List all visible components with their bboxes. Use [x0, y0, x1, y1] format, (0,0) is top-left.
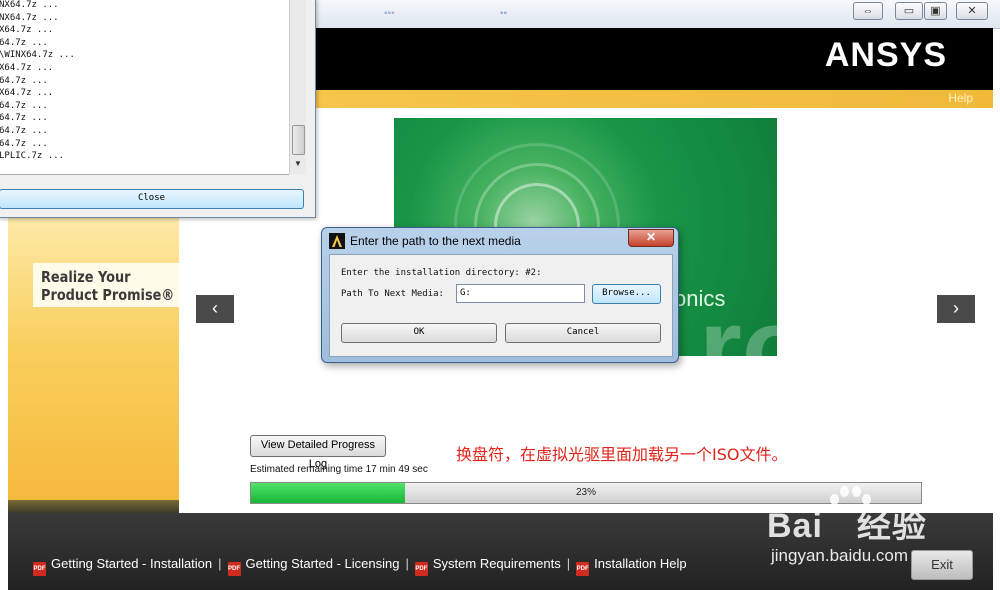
separator: | [566, 556, 571, 571]
pdf-icon: PDF [33, 562, 46, 576]
log-lines: NX64.7z ... NX64.7z ... X64.7z ... 64.7z ..… [0, 0, 289, 163]
promo-line-1: Realize Your [41, 268, 131, 286]
footer-link-installation[interactable]: PDF Getting Started - Installation [33, 556, 212, 576]
path-label: Path To Next Media: [341, 289, 444, 299]
watermark-brand: Bai [767, 507, 823, 545]
watermark-url: jingyan.baidu.com [771, 546, 909, 565]
pdf-icon: PDF [227, 562, 241, 576]
banner-text: onics [674, 286, 726, 311]
exit-button[interactable]: Exit [911, 550, 973, 580]
log-line: 64.7z ... [0, 100, 48, 111]
ansys-app-icon [329, 233, 345, 249]
dialog-close-button[interactable]: ✕ [628, 229, 674, 247]
dialog-instruction: Enter the installation directory: #2: [341, 268, 542, 278]
log-line: NX64.7z ... [0, 12, 59, 23]
title-ghost-text-2: ▪▪ [500, 8, 508, 19]
footer-link-requirements[interactable]: PDF System Requirements [414, 556, 561, 576]
scroll-down-arrow-icon[interactable]: ▼ [291, 156, 305, 172]
dialog-body: Enter the installation directory: #2: Pa… [329, 254, 673, 357]
help-link[interactable]: Help [948, 91, 973, 105]
log-scrollbar[interactable]: ▼ [289, 0, 306, 174]
scroll-thumb[interactable] [292, 125, 305, 155]
window-close-button[interactable]: ✕ [956, 2, 988, 20]
next-media-dialog: Enter the path to the next media ✕ Enter… [321, 227, 679, 363]
footer-links: PDF Getting Started - Installation | PDF Get… [33, 556, 687, 576]
log-line: NX64.7z ... [0, 0, 59, 10]
restore-layout-icon[interactable]: ⇔ [853, 2, 883, 20]
promo-bottom-strip [8, 500, 179, 513]
prev-slide-button[interactable]: ‹ [196, 295, 234, 323]
header: ANSYS [313, 28, 993, 90]
log-text-area[interactable]: NX64.7z ... NX64.7z ... X64.7z ... 64.7z ..… [0, 0, 289, 175]
footer-link-help[interactable]: PDF Installation Help [576, 556, 687, 576]
maximize-button[interactable]: ▣ [924, 2, 947, 20]
title-ghost-text: ▪▪▪ [384, 8, 395, 19]
log-line: 64.7z ... [0, 37, 48, 48]
log-line: 64.7z ... [0, 125, 48, 136]
log-window: NX64.7z ... NX64.7z ... X64.7z ... 64.7z ..… [0, 0, 316, 218]
annotation-text: 换盘符，在虚拟光驱里面加载另一个ISO文件。 [456, 445, 788, 464]
baidu-watermark: Bai 经验 [767, 498, 927, 547]
pdf-icon: PDF [576, 562, 590, 576]
minimize-button[interactable]: ▭ [895, 2, 923, 20]
log-line: X64.7z ... [0, 62, 54, 73]
promo-line-2: Product Promise® [41, 286, 175, 304]
watermark-brand-2: 经验 [856, 507, 927, 545]
separator: | [405, 556, 409, 571]
cancel-button[interactable]: Cancel [505, 323, 661, 343]
ok-button[interactable]: OK [341, 323, 497, 343]
footer-link-label[interactable]: Getting Started - Licensing [246, 556, 400, 571]
accent-bar: Help [313, 90, 993, 108]
browse-button[interactable]: Browse... [592, 284, 661, 304]
path-input[interactable]: G: [456, 284, 585, 303]
log-line: 64.7z ... [0, 75, 48, 86]
log-close-button[interactable]: Close [0, 189, 304, 209]
footer-link-label[interactable]: System Requirements [433, 556, 561, 571]
footer-link-licensing[interactable]: PDF Getting Started - Licensing [227, 556, 400, 576]
separator: | [218, 556, 222, 571]
log-line: 64.7z ... [0, 138, 48, 149]
ansys-logo: ANSYS [824, 36, 947, 74]
pdf-icon: PDF [414, 562, 428, 576]
footer-link-label[interactable]: Installation Help [594, 556, 687, 571]
log-line: LPLIC.7z ... [0, 151, 65, 162]
log-line: X64.7z ... [0, 25, 54, 36]
footer-link-label[interactable]: Getting Started - Installation [51, 556, 212, 571]
remaining-time: Estimated remaining time 17 min 49 sec [250, 464, 428, 475]
next-slide-button[interactable]: › [937, 295, 975, 323]
log-line: \WINX64.7z ... [0, 50, 75, 61]
log-line: X64.7z ... [0, 88, 54, 99]
log-line: 64.7z ... [0, 113, 48, 124]
dialog-title: Enter the path to the next media [350, 234, 521, 248]
promo-panel [8, 215, 179, 513]
view-progress-log-button[interactable]: View Detailed Progress Log [250, 435, 386, 470]
